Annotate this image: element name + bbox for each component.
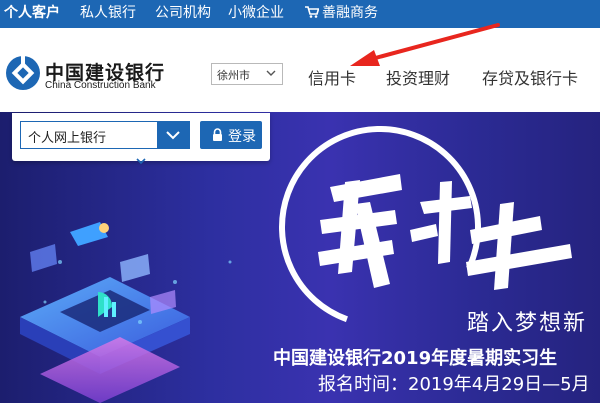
top-navigation: 个人客户 私人银行 公司机构 小微企业 善融商务 bbox=[0, 0, 600, 28]
city-select[interactable]: 徐州市 bbox=[211, 63, 283, 85]
login-button[interactable]: 登录 bbox=[200, 121, 262, 149]
nav-personal-customers[interactable]: 个人客户 bbox=[4, 4, 60, 22]
city-select-value: 徐州市 bbox=[217, 69, 250, 82]
nav-private-banking[interactable]: 私人银行 bbox=[80, 4, 136, 22]
banking-type-dropdown-toggle[interactable] bbox=[157, 122, 189, 148]
nav-corporate-institutions[interactable]: 公司机构 bbox=[155, 4, 211, 22]
nav-investment[interactable]: 投资理财 bbox=[386, 65, 450, 89]
banner-registration-time: 报名时间：2019年4月29日—5月 bbox=[318, 374, 590, 395]
nav-credit-card[interactable]: 信用卡 bbox=[308, 65, 356, 89]
login-panel: 个人网上银行 登录 bbox=[12, 113, 270, 161]
nav-shanrong-label: 善融商务 bbox=[322, 5, 378, 21]
bank-name-english: China Construction Bank bbox=[45, 80, 156, 91]
banner-headline: 中国建设银行2019年度暑期实习生 bbox=[273, 348, 558, 369]
banking-type-value: 个人网上银行 bbox=[28, 131, 107, 146]
nav-deposit-loan-cards[interactable]: 存贷及银行卡 bbox=[482, 65, 578, 89]
login-button-label: 登录 bbox=[228, 129, 256, 145]
ccb-logo-icon[interactable] bbox=[5, 55, 41, 91]
nav-shanrong-commerce[interactable]: 善融商务 bbox=[305, 4, 378, 22]
chevron-down-icon bbox=[266, 70, 276, 76]
banner-slogan: 踏入梦想新 bbox=[467, 311, 588, 336]
banking-type-select[interactable]: 个人网上银行 bbox=[20, 121, 190, 149]
nav-small-business[interactable]: 小微企业 bbox=[228, 4, 284, 22]
lock-icon bbox=[213, 128, 222, 141]
chevron-down-icon bbox=[166, 131, 180, 140]
cart-icon bbox=[305, 6, 319, 18]
expand-chevron-icon[interactable] bbox=[135, 157, 147, 165]
